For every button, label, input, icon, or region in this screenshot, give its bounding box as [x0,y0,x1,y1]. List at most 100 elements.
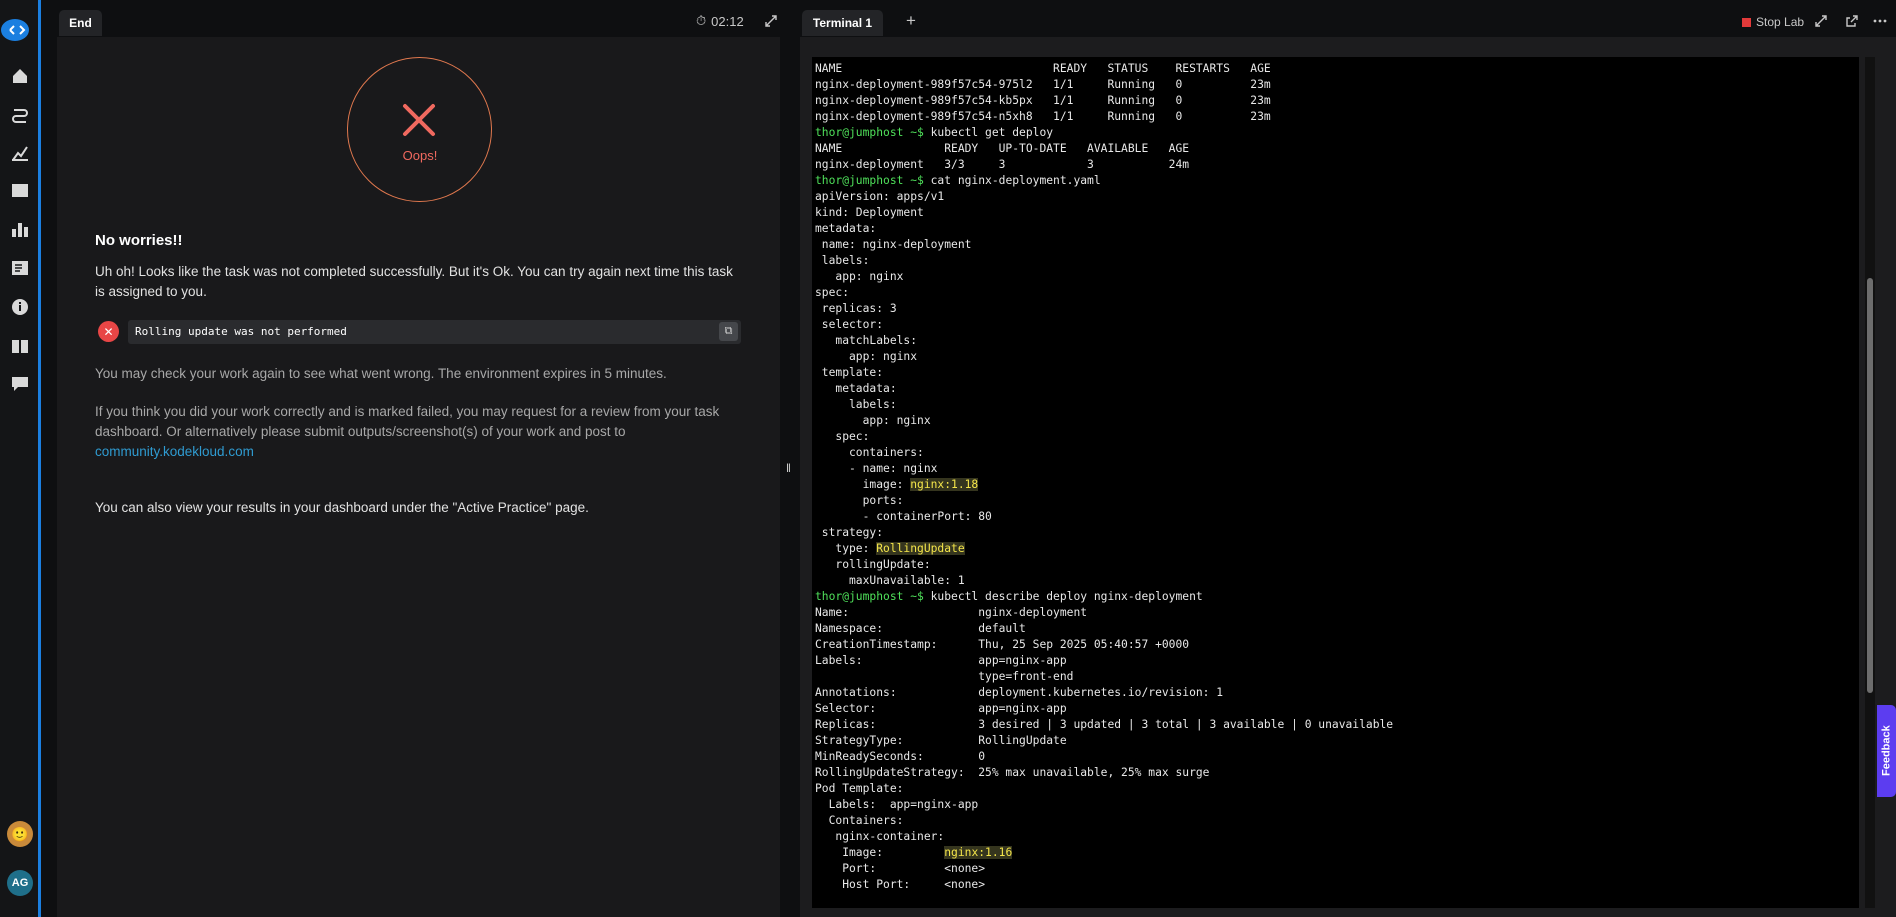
terminal-line-text: Namespace: default [815,622,1026,635]
terminal-line-text: kubectl get deploy [930,126,1054,139]
failed-check-icon: ✕ [98,321,119,342]
terminal-line-text: metadata: [815,222,877,235]
terminal-line-text: app: nginx [815,414,931,427]
community-link[interactable]: community.kodekloud.com [95,444,254,459]
fail-x-icon [399,100,439,140]
expand-icon[interactable] [764,14,778,28]
notes-icon[interactable] [10,258,30,278]
terminal-line: Replicas: 3 desired | 3 updated | 3 tota… [815,717,1856,733]
terminal-line: thor@jumphost ~$ cat nginx-deployment.ya… [815,173,1856,189]
terminal-line-text: Port: <none> [815,862,986,875]
terminal-line-text: containers: [815,446,924,459]
terminal-line-text: Selector: app=nginx-app [815,702,1067,715]
add-tab-icon[interactable]: + [906,11,916,31]
terminal-line: app: nginx [815,349,1856,365]
terminal-line: nginx-deployment-989f57c54-975l2 1/1 Run… [815,77,1856,93]
terminal-line: template: [815,365,1856,381]
terminal-line-text: image: [815,478,911,491]
avatar[interactable]: 🙂 [7,821,33,847]
terminal-line: Labels: app=nginx-app [815,653,1856,669]
tab-terminal-1[interactable]: Terminal 1 [802,10,883,36]
terminal-line-text: rollingUpdate: [815,558,931,571]
terminal-line-text: nginx-deployment-989f57c54-975l2 1/1 Run… [815,78,1271,91]
terminal-line: Containers: [815,813,1856,829]
stop-icon [1742,17,1751,27]
terminal-text[interactable]: NAME READY STATUS RESTARTS AGE nginx-depl… [812,57,1859,897]
terminal-line: Host Port: <none> [815,877,1856,893]
terminal-line: app: nginx [815,269,1856,285]
terminal-line-text: Replicas: 3 desired | 3 updated | 3 tota… [815,718,1394,731]
terminal-line-text: Annotations: deployment.kubernetes.io/re… [815,686,1224,699]
terminal-line-text: template: [815,366,884,379]
terminal-line-text: labels: [815,254,870,267]
chart-icon[interactable] [10,143,30,163]
home-icon[interactable] [10,66,30,86]
terminal-line-text: - name: nginx [815,462,938,475]
terminal-line: labels: [815,397,1856,413]
terminal-output[interactable]: NAME READY STATUS RESTARTS AGE nginx-depl… [812,57,1859,908]
terminal-line-text: nginx-deployment 3/3 3 3 24m [815,158,1190,171]
terminal-line: Labels: app=nginx-app [815,797,1856,813]
terminal-line: metadata: [815,221,1856,237]
terminal-line: thor@jumphost ~$ kubectl describe deploy… [815,589,1856,605]
stop-lab-button[interactable]: Stop Lab [1742,15,1804,29]
terminal-line: - name: nginx [815,461,1856,477]
terminal-line-text: nginx-deployment-989f57c54-kb5px 1/1 Run… [815,94,1271,107]
terminal-line-text: spec: [815,286,850,299]
terminal-line: matchLabels: [815,333,1856,349]
terminal-line: thor@jumphost ~$ kubectl get deploy [815,125,1856,141]
fullscreen-icon[interactable] [1814,14,1828,28]
open-external-icon[interactable] [1845,14,1859,28]
terminal-line-text: ports: [815,494,904,507]
terminal-line: maxUnavailable: 1 [815,573,1856,589]
route-icon[interactable] [10,105,30,125]
terminal-line-text: spec: [815,430,870,443]
kodekloud-logo-icon[interactable] [0,14,34,48]
terminal-line-text: Pod Template: [815,782,904,795]
info-icon[interactable] [10,297,30,317]
terminal-line: nginx-deployment 3/3 3 3 24m [815,157,1856,173]
leaderboard-icon[interactable] [10,219,30,239]
terminal-line: NAME READY UP-TO-DATE AVAILABLE AGE [815,141,1856,157]
terminal-line-text: app: nginx [815,270,904,283]
terminal-line: Port: <none> [815,861,1856,877]
panel-splitter-handle[interactable]: ‖ [786,461,792,475]
terminal-line: nginx-deployment-989f57c54-kb5px 1/1 Run… [815,93,1856,109]
book-icon[interactable] [10,336,30,356]
terminal-line-text: Labels: app=nginx-app [815,798,979,811]
terminal-line: Image: nginx:1.16 [815,845,1856,861]
terminal-line-text: nginx-container: [815,830,945,843]
terminal-line: selector: [815,317,1856,333]
terminal-line-text: metadata: [815,382,897,395]
terminal-line-text: selector: [815,318,884,331]
chat-icon[interactable] [10,374,30,394]
terminal-line: NAME READY STATUS RESTARTS AGE [815,61,1856,77]
tab-end[interactable]: End [59,10,102,36]
terminal-line-text: name: nginx-deployment [815,238,972,251]
copy-icon[interactable]: ⧉ [719,322,738,341]
terminal-line: kind: Deployment [815,205,1856,221]
terminal-line: - containerPort: 80 [815,509,1856,525]
terminal-line: name: nginx-deployment [815,237,1856,253]
terminal-line-text: type: [815,542,877,555]
terminal-line: strategy: [815,525,1856,541]
terminal-prompt: thor@jumphost ~$ [815,174,931,187]
feedback-button[interactable]: Feedback [1877,705,1896,797]
result-heading: No worries!! [95,232,183,249]
terminal-line-text: NAME READY UP-TO-DATE AVAILABLE AGE [815,142,1190,155]
terminal-line-text: MinReadySeconds: 0 [815,750,986,763]
more-options-icon[interactable] [1873,14,1887,28]
sidebar-accent-edge [38,0,41,917]
terminal-line: image: nginx:1.18 [815,477,1856,493]
terminal-line-text: Labels: app=nginx-app [815,654,1067,667]
terminal-line-text: Host Port: <none> [815,878,986,891]
terminal-highlight: RollingUpdate [876,542,965,555]
terminal-line: replicas: 3 [815,301,1856,317]
playground-icon[interactable] [10,181,30,201]
terminal-line: app: nginx [815,413,1856,429]
terminal-scrollbar-thumb[interactable] [1867,278,1873,693]
intro-text: Uh oh! Looks like the task was not compl… [95,264,733,299]
timer-value: 02:12 [711,13,744,29]
terminal-line: Selector: app=nginx-app [815,701,1856,717]
user-initials-avatar[interactable]: AG [7,870,33,896]
